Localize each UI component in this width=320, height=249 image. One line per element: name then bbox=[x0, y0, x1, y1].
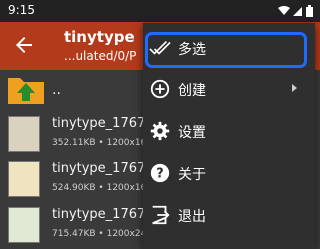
status-bar: 9:15 bbox=[0, 0, 320, 22]
status-time: 9:15 bbox=[8, 3, 35, 17]
exit-icon bbox=[152, 205, 170, 225]
menu-item-label: 退出 bbox=[178, 209, 206, 225]
menu-item-label: 多选 bbox=[178, 42, 206, 58]
status-icons bbox=[278, 5, 313, 17]
submenu-arrow-icon bbox=[292, 84, 297, 92]
file-name: tinytype_17677 bbox=[52, 116, 154, 131]
file-thumbnail bbox=[8, 116, 40, 152]
file-meta: 352.11KB • 1200x1600 bbox=[52, 138, 158, 148]
menu-item-label: 关于 bbox=[178, 167, 206, 183]
menu-item-create[interactable]: 创建 bbox=[143, 68, 315, 110]
menu-item-exit[interactable]: 退出 bbox=[143, 194, 315, 236]
file-meta: 524.90KB • 1200x1600 bbox=[52, 183, 158, 193]
menu-item-label: 创建 bbox=[178, 83, 206, 99]
file-name: tinytype_17677 bbox=[52, 161, 154, 176]
battery-icon bbox=[306, 5, 313, 17]
file-thumbnail bbox=[8, 207, 40, 243]
parent-folder-label: .. bbox=[52, 82, 61, 98]
page-title: tinytype bbox=[64, 28, 135, 46]
plus-circle-icon bbox=[150, 79, 170, 99]
wifi-icon bbox=[278, 6, 290, 15]
signal-icon bbox=[293, 7, 302, 16]
file-meta: 715.47KB • 1200x2403 bbox=[52, 229, 158, 239]
back-arrow-icon[interactable] bbox=[12, 33, 36, 57]
help-circle-icon: ? bbox=[150, 163, 170, 183]
folder-up-icon bbox=[8, 78, 44, 104]
overflow-menu: 多选 创建 设置 ? 关于 退出 bbox=[143, 23, 315, 249]
file-thumbnail bbox=[8, 161, 40, 197]
file-name: tinytype_17677 bbox=[52, 207, 154, 222]
gear-icon bbox=[150, 121, 170, 141]
menu-item-about[interactable]: ? 关于 bbox=[143, 152, 315, 194]
svg-text:?: ? bbox=[156, 167, 163, 182]
menu-item-settings[interactable]: 设置 bbox=[143, 110, 315, 152]
double-check-icon bbox=[149, 40, 171, 55]
menu-item-multi-select[interactable]: 多选 bbox=[143, 27, 315, 69]
path-subtitle: ...ulated/0/P bbox=[64, 49, 137, 63]
menu-item-label: 设置 bbox=[178, 125, 206, 141]
